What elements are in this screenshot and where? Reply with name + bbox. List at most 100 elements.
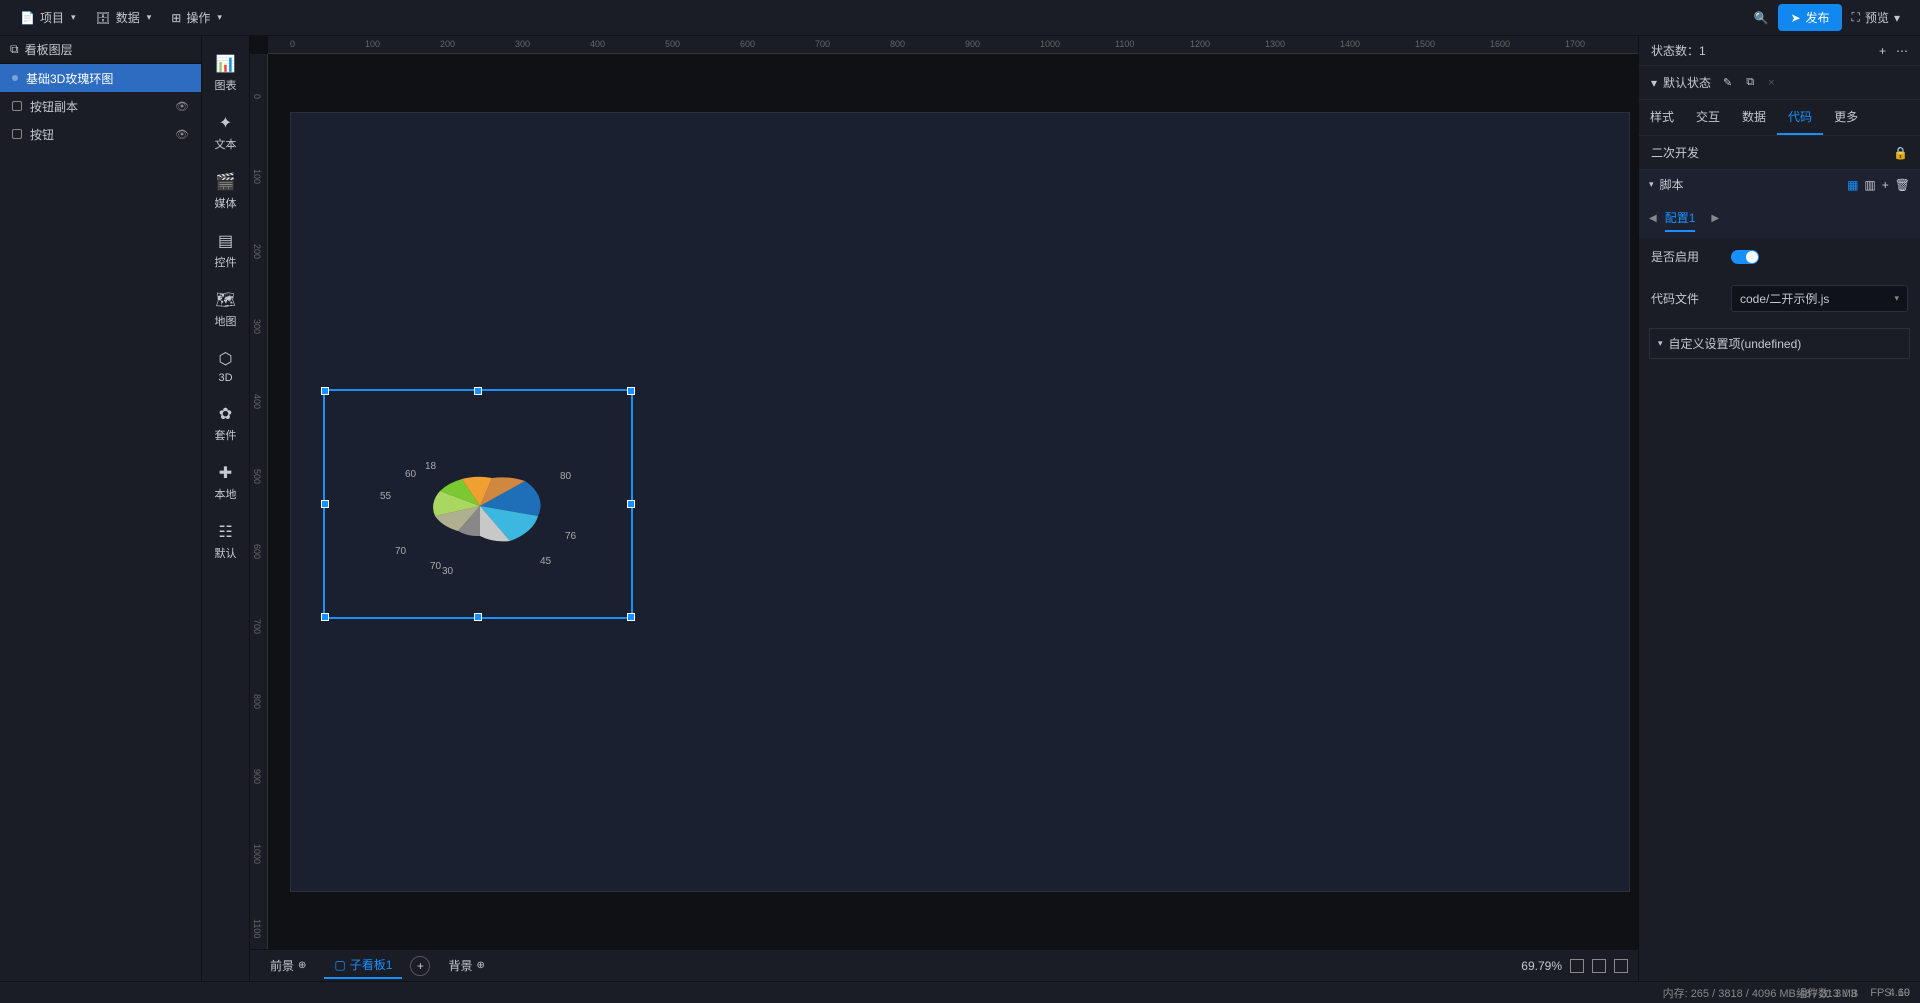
enable-toggle[interactable] [1731,250,1759,264]
add-state-icon[interactable]: + [1879,44,1886,58]
resize-handle-ml[interactable] [321,500,329,508]
menu-project[interactable]: 📄 项目 ▾ [10,0,86,35]
code-file-label: 代码文件 [1651,290,1721,307]
state-count-value: 1 [1699,44,1706,58]
script-section-header[interactable]: ▾ 脚本 ▦ ▥ + 🗑 [1639,170,1920,199]
plus-circle-icon[interactable]: ⊕ [298,960,306,971]
edit-icon[interactable]: ✎ [1723,76,1732,89]
publish-button[interactable]: ➤ 发布 [1778,4,1841,31]
plus-icon: ✚ [219,463,232,483]
ruler-horizontal: 0100200300400500600700800900100011001200… [268,36,1638,54]
layers-header: ⧉ 看板图层 [0,36,201,64]
version: 4.19 [1889,987,1910,999]
layer-label: 按钮 [30,126,54,143]
delete-icon[interactable]: 🗑 [1895,178,1910,192]
rose-chart: 80 76 45 30 70 70 55 60 18 [380,421,580,581]
data-icon: 🗄 [96,11,111,25]
tool-3d[interactable]: ⬡3D [202,339,249,394]
zoom-level: 69.79% [1521,959,1562,973]
tool-text[interactable]: ✦文本 [202,103,249,162]
tab-foreground[interactable]: 前景 ⊕ [260,953,316,978]
tool-control[interactable]: ▤控件 [202,221,249,280]
resize-handle-bc[interactable] [474,613,482,621]
tool-chart[interactable]: 📊图表 [202,44,249,103]
tool-default[interactable]: ☷默认 [202,512,249,571]
resize-handle-mr[interactable] [627,500,635,508]
preview-button[interactable]: ⛶ 预览 ▾ [1842,4,1910,31]
lock-icon[interactable]: 🔒 [1893,146,1908,160]
layer-label: 基础3D玫瑰环图 [26,70,113,87]
slice-label: 70 [395,546,406,557]
tool-media[interactable]: 🎬媒体 [202,162,249,221]
chart-icon: 📊 [216,54,236,74]
state-count-row: 状态数： 1 + ⋯ [1639,36,1920,66]
tab-code[interactable]: 代码 [1777,100,1823,135]
menu-data-label: 数据 [116,9,140,26]
tab-more[interactable]: 更多 [1823,100,1869,135]
copy-icon[interactable]: ⧉ [1746,76,1754,89]
grid-view-icon[interactable]: ▦ [1847,178,1858,192]
search-button[interactable]: 🔍 [1744,6,1779,30]
property-tabs: 样式 交互 数据 代码 更多 [1639,100,1920,136]
custom-settings-section[interactable]: ▾ 自定义设置项(undefined) [1649,328,1910,359]
publish-label: 发布 [1806,9,1830,26]
fullscreen-icon[interactable] [1614,959,1628,973]
code-file-select[interactable]: code/二开示例.js ▾ [1731,285,1908,312]
resize-handle-tl[interactable] [321,387,329,395]
tab-interaction[interactable]: 交互 [1685,100,1731,135]
menu-data[interactable]: 🗄 数据 ▾ [86,0,162,35]
expand-icon: ⛶ [1852,10,1860,25]
status-bar-2: 组件数: 3 / 3 4.19 [1786,983,1920,1003]
script-section-label: 脚本 [1660,176,1684,193]
layers-panel: ⧉ 看板图层 基础3D玫瑰环图 按钮副本 👁 按钮 👁 [0,36,202,981]
canvas-area[interactable]: 80 76 45 30 70 70 55 60 18 [268,54,1638,981]
state-count-label: 状态数： [1651,42,1699,59]
chevron-down-icon: ▾ [71,12,76,23]
tab-subboard[interactable]: ▢ 子看板1 [324,952,402,979]
layers-title: 看板图层 [25,41,73,58]
enable-label: 是否启用 [1651,248,1721,265]
fit-icon[interactable] [1570,959,1584,973]
arrow-right-icon[interactable]: ▶ [1711,213,1719,224]
resize-handle-br[interactable] [627,613,635,621]
config-tab-row: ◀ 配置1 ▶ [1639,199,1920,238]
tool-map[interactable]: 🗺地图 [202,280,249,339]
cube-icon: ⬡ [219,349,233,369]
tab-data[interactable]: 数据 [1731,100,1777,135]
slice-label: 76 [565,531,576,542]
add-icon[interactable]: + [1882,178,1889,192]
config-tab-label[interactable]: 配置1 [1665,205,1696,232]
add-board-button[interactable]: + [410,956,430,976]
code-file-value: code/二开示例.js [1740,290,1829,307]
resize-handle-tc[interactable] [474,387,482,395]
control-icon: ▤ [218,231,233,251]
layer-dot-icon [12,75,18,81]
preview-label: 预览 [1865,9,1889,26]
grid-icon[interactable] [1592,959,1606,973]
arrow-left-icon[interactable]: ◀ [1649,213,1657,224]
top-menu-bar: 📄 项目 ▾ 🗄 数据 ▾ ⊞ 操作 ▾ 🔍 ➤ 发布 ⛶ 预览 ▾ [0,0,1920,36]
secondary-dev-label: 二次开发 [1651,144,1699,161]
component-toolstrip: 📊图表 ✦文本 🎬媒体 ▤控件 🗺地图 ⬡3D ✿套件 ✚本地 ☷默认 [202,36,250,981]
tab-background[interactable]: 背景 ⊕ [438,953,494,978]
tab-style[interactable]: 样式 [1639,100,1685,135]
layer-item-button-copy[interactable]: 按钮副本 👁 [0,92,201,120]
more-icon[interactable]: ⋯ [1896,44,1908,58]
chevron-down-icon: ▾ [1894,293,1899,304]
plus-circle-icon[interactable]: ⊕ [476,960,484,971]
resize-handle-tr[interactable] [627,387,635,395]
close-icon[interactable]: × [1768,77,1774,89]
eye-icon[interactable]: 👁 [175,128,189,141]
code-file-row: 代码文件 code/二开示例.js ▾ [1639,275,1920,322]
eye-icon[interactable]: 👁 [175,100,189,113]
default-state-header[interactable]: ▾ 默认状态 ✎ ⧉ × [1639,66,1920,100]
selected-component[interactable]: 80 76 45 30 70 70 55 60 18 [323,389,633,619]
map-icon: 🗺 [215,290,235,310]
list-view-icon[interactable]: ▥ [1864,178,1875,192]
menu-operations[interactable]: ⊞ 操作 ▾ [161,0,232,35]
layer-item-button[interactable]: 按钮 👁 [0,120,201,148]
layer-item-rose-chart[interactable]: 基础3D玫瑰环图 [0,64,201,92]
tool-suite[interactable]: ✿套件 [202,394,249,453]
resize-handle-bl[interactable] [321,613,329,621]
tool-local[interactable]: ✚本地 [202,453,249,512]
